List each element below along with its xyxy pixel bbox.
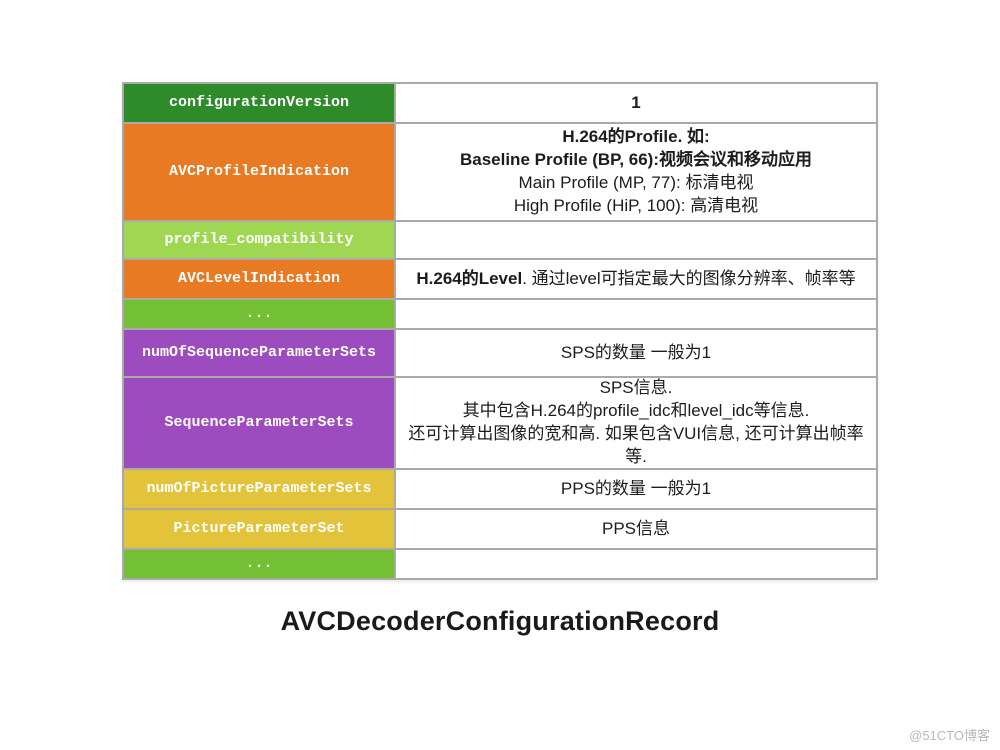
field-label: ... — [124, 548, 396, 578]
table-row: ... — [124, 298, 876, 328]
field-value: PPS信息 — [396, 508, 876, 548]
value-line: Baseline Profile (BP, 66):视频会议和移动应用 — [460, 149, 812, 172]
value-line: PPS的数量 一般为1 — [561, 478, 711, 501]
field-label: AVCProfileIndication — [124, 122, 396, 220]
table-row: AVCLevelIndication H.264的Level. 通过level可指… — [124, 258, 876, 298]
table-row: numOfSequenceParameterSets SPS的数量 一般为1 — [124, 328, 876, 376]
field-value — [396, 298, 876, 328]
table-row: PictureParameterSet PPS信息 — [124, 508, 876, 548]
diagram-page: configurationVersion 1 AVCProfileIndicatio… — [0, 0, 1000, 750]
field-value: SPS的数量 一般为1 — [396, 328, 876, 376]
field-value — [396, 548, 876, 578]
value-line: PPS信息 — [602, 518, 670, 541]
field-value: PPS的数量 一般为1 — [396, 468, 876, 508]
field-label: configurationVersion — [124, 84, 396, 122]
field-value: 1 — [396, 84, 876, 122]
value-line: H.264的Profile. 如: — [562, 126, 709, 149]
value-line: SPS信息. — [600, 377, 673, 400]
value-line: High Profile (HiP, 100): 高清电视 — [514, 195, 758, 218]
field-label: numOfPictureParameterSets — [124, 468, 396, 508]
field-label: profile_compatibility — [124, 220, 396, 258]
table-row: configurationVersion 1 — [124, 84, 876, 122]
value-line: SPS的数量 一般为1 — [561, 342, 711, 365]
table-row: SequenceParameterSetsSPS信息.其中包含H.264的pro… — [124, 376, 876, 468]
table-row: AVCProfileIndicationH.264的Profile. 如:Bas… — [124, 122, 876, 220]
field-value — [396, 220, 876, 258]
table-row: profile_compatibility — [124, 220, 876, 258]
field-value: H.264的Profile. 如:Baseline Profile (BP, 6… — [396, 122, 876, 220]
field-label: AVCLevelIndication — [124, 258, 396, 298]
value-line: H.264的Level. 通过level可指定最大的图像分辨率、帧率等 — [416, 268, 855, 291]
field-label: numOfSequenceParameterSets — [124, 328, 396, 376]
field-label: ... — [124, 298, 396, 328]
avc-config-table: configurationVersion 1 AVCProfileIndicatio… — [122, 82, 878, 580]
field-label: SequenceParameterSets — [124, 376, 396, 468]
table-row: numOfPictureParameterSets PPS的数量 一般为1 — [124, 468, 876, 508]
field-label: PictureParameterSet — [124, 508, 396, 548]
field-value: SPS信息.其中包含H.264的profile_idc和level_idc等信息… — [396, 376, 876, 468]
field-value: H.264的Level. 通过level可指定最大的图像分辨率、帧率等 — [396, 258, 876, 298]
value-line: 1 — [631, 92, 640, 115]
watermark: @51CTO博客 — [909, 725, 990, 744]
table-row: ... — [124, 548, 876, 578]
value-line: 其中包含H.264的profile_idc和level_idc等信息. — [463, 400, 810, 423]
value-line: 还可计算出图像的宽和高. 如果包含VUI信息, 还可计算出帧率等. — [404, 423, 868, 469]
value-line: Main Profile (MP, 77): 标清电视 — [519, 172, 754, 195]
diagram-caption: AVCDecoderConfigurationRecord — [0, 606, 1000, 637]
